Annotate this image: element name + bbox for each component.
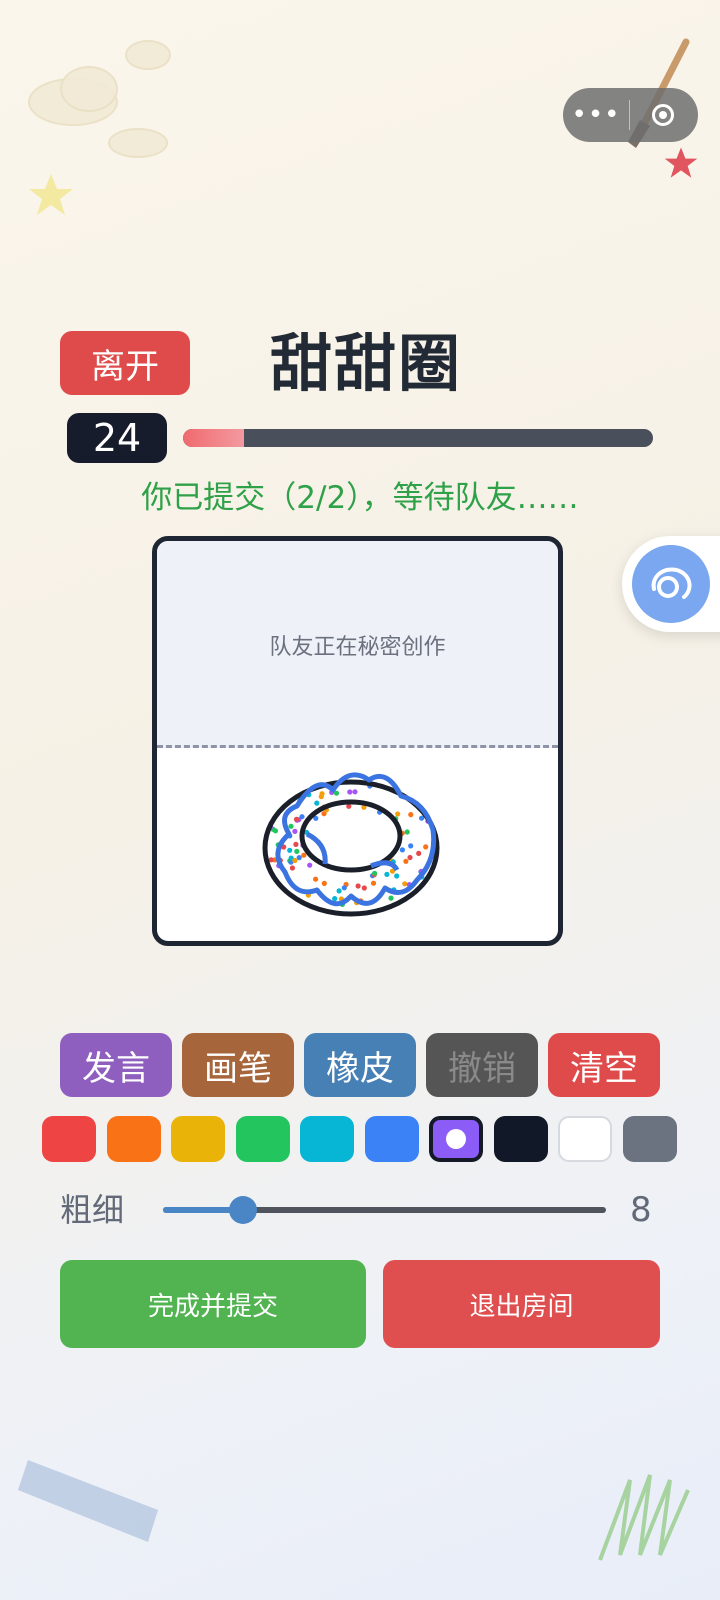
teammate-area: 队友正在秘密创作 — [157, 541, 558, 748]
color-swatch[interactable] — [42, 1116, 96, 1162]
color-swatch[interactable] — [364, 1116, 419, 1162]
brush-size-slider[interactable] — [163, 1196, 606, 1224]
drawing-canvas[interactable]: 队友正在秘密创作 — [152, 536, 563, 946]
color-swatch[interactable] — [300, 1116, 354, 1162]
clear-button[interactable]: 清空 — [548, 1033, 660, 1097]
scribble-decoration — [598, 1474, 690, 1561]
leave-button[interactable]: 离开 — [60, 331, 190, 395]
miniprogram-capsule: ••• — [563, 88, 698, 142]
cloud-decoration — [125, 40, 171, 70]
cloud-decoration — [60, 66, 118, 112]
target-circle-icon[interactable] — [630, 104, 696, 126]
countdown-timer: 24 — [67, 413, 167, 463]
speak-button[interactable]: 发言 — [60, 1033, 172, 1097]
color-swatch[interactable] — [429, 1116, 483, 1162]
color-swatch[interactable] — [493, 1116, 548, 1162]
donut-drawing — [262, 772, 440, 917]
time-progress-bar — [183, 429, 653, 447]
submit-drawing-button[interactable]: 完成并提交 — [60, 1260, 366, 1348]
washi-tape-decoration — [18, 1460, 158, 1542]
color-swatch[interactable] — [106, 1116, 161, 1162]
brush-size-value: 8 — [630, 1190, 652, 1230]
teammate-creating-text: 队友正在秘密创作 — [269, 635, 446, 660]
floating-chat-button[interactable] — [622, 536, 720, 632]
chat-bubble-icon — [632, 545, 710, 623]
undo-button[interactable]: 撤销 — [426, 1033, 538, 1097]
drawing-word-title: 甜甜圈 — [270, 327, 463, 400]
brush-button[interactable]: 画笔 — [182, 1033, 294, 1097]
eraser-button[interactable]: 橡皮 — [304, 1033, 416, 1097]
exit-room-button[interactable]: 退出房间 — [383, 1260, 660, 1348]
time-progress-fill — [183, 429, 245, 447]
color-swatch[interactable] — [171, 1116, 225, 1162]
brush-size-label: 粗细 — [60, 1191, 125, 1229]
color-swatch[interactable] — [558, 1116, 612, 1162]
brush-size-slider-thumb[interactable] — [228, 1196, 257, 1224]
more-dots-icon[interactable]: ••• — [563, 88, 629, 142]
color-swatch[interactable] — [235, 1116, 290, 1162]
color-swatch[interactable] — [622, 1116, 677, 1162]
cloud-decoration — [108, 128, 168, 158]
submission-status-text: 你已提交（2/2），等待队友…… — [141, 480, 579, 516]
star-icon — [29, 174, 73, 215]
